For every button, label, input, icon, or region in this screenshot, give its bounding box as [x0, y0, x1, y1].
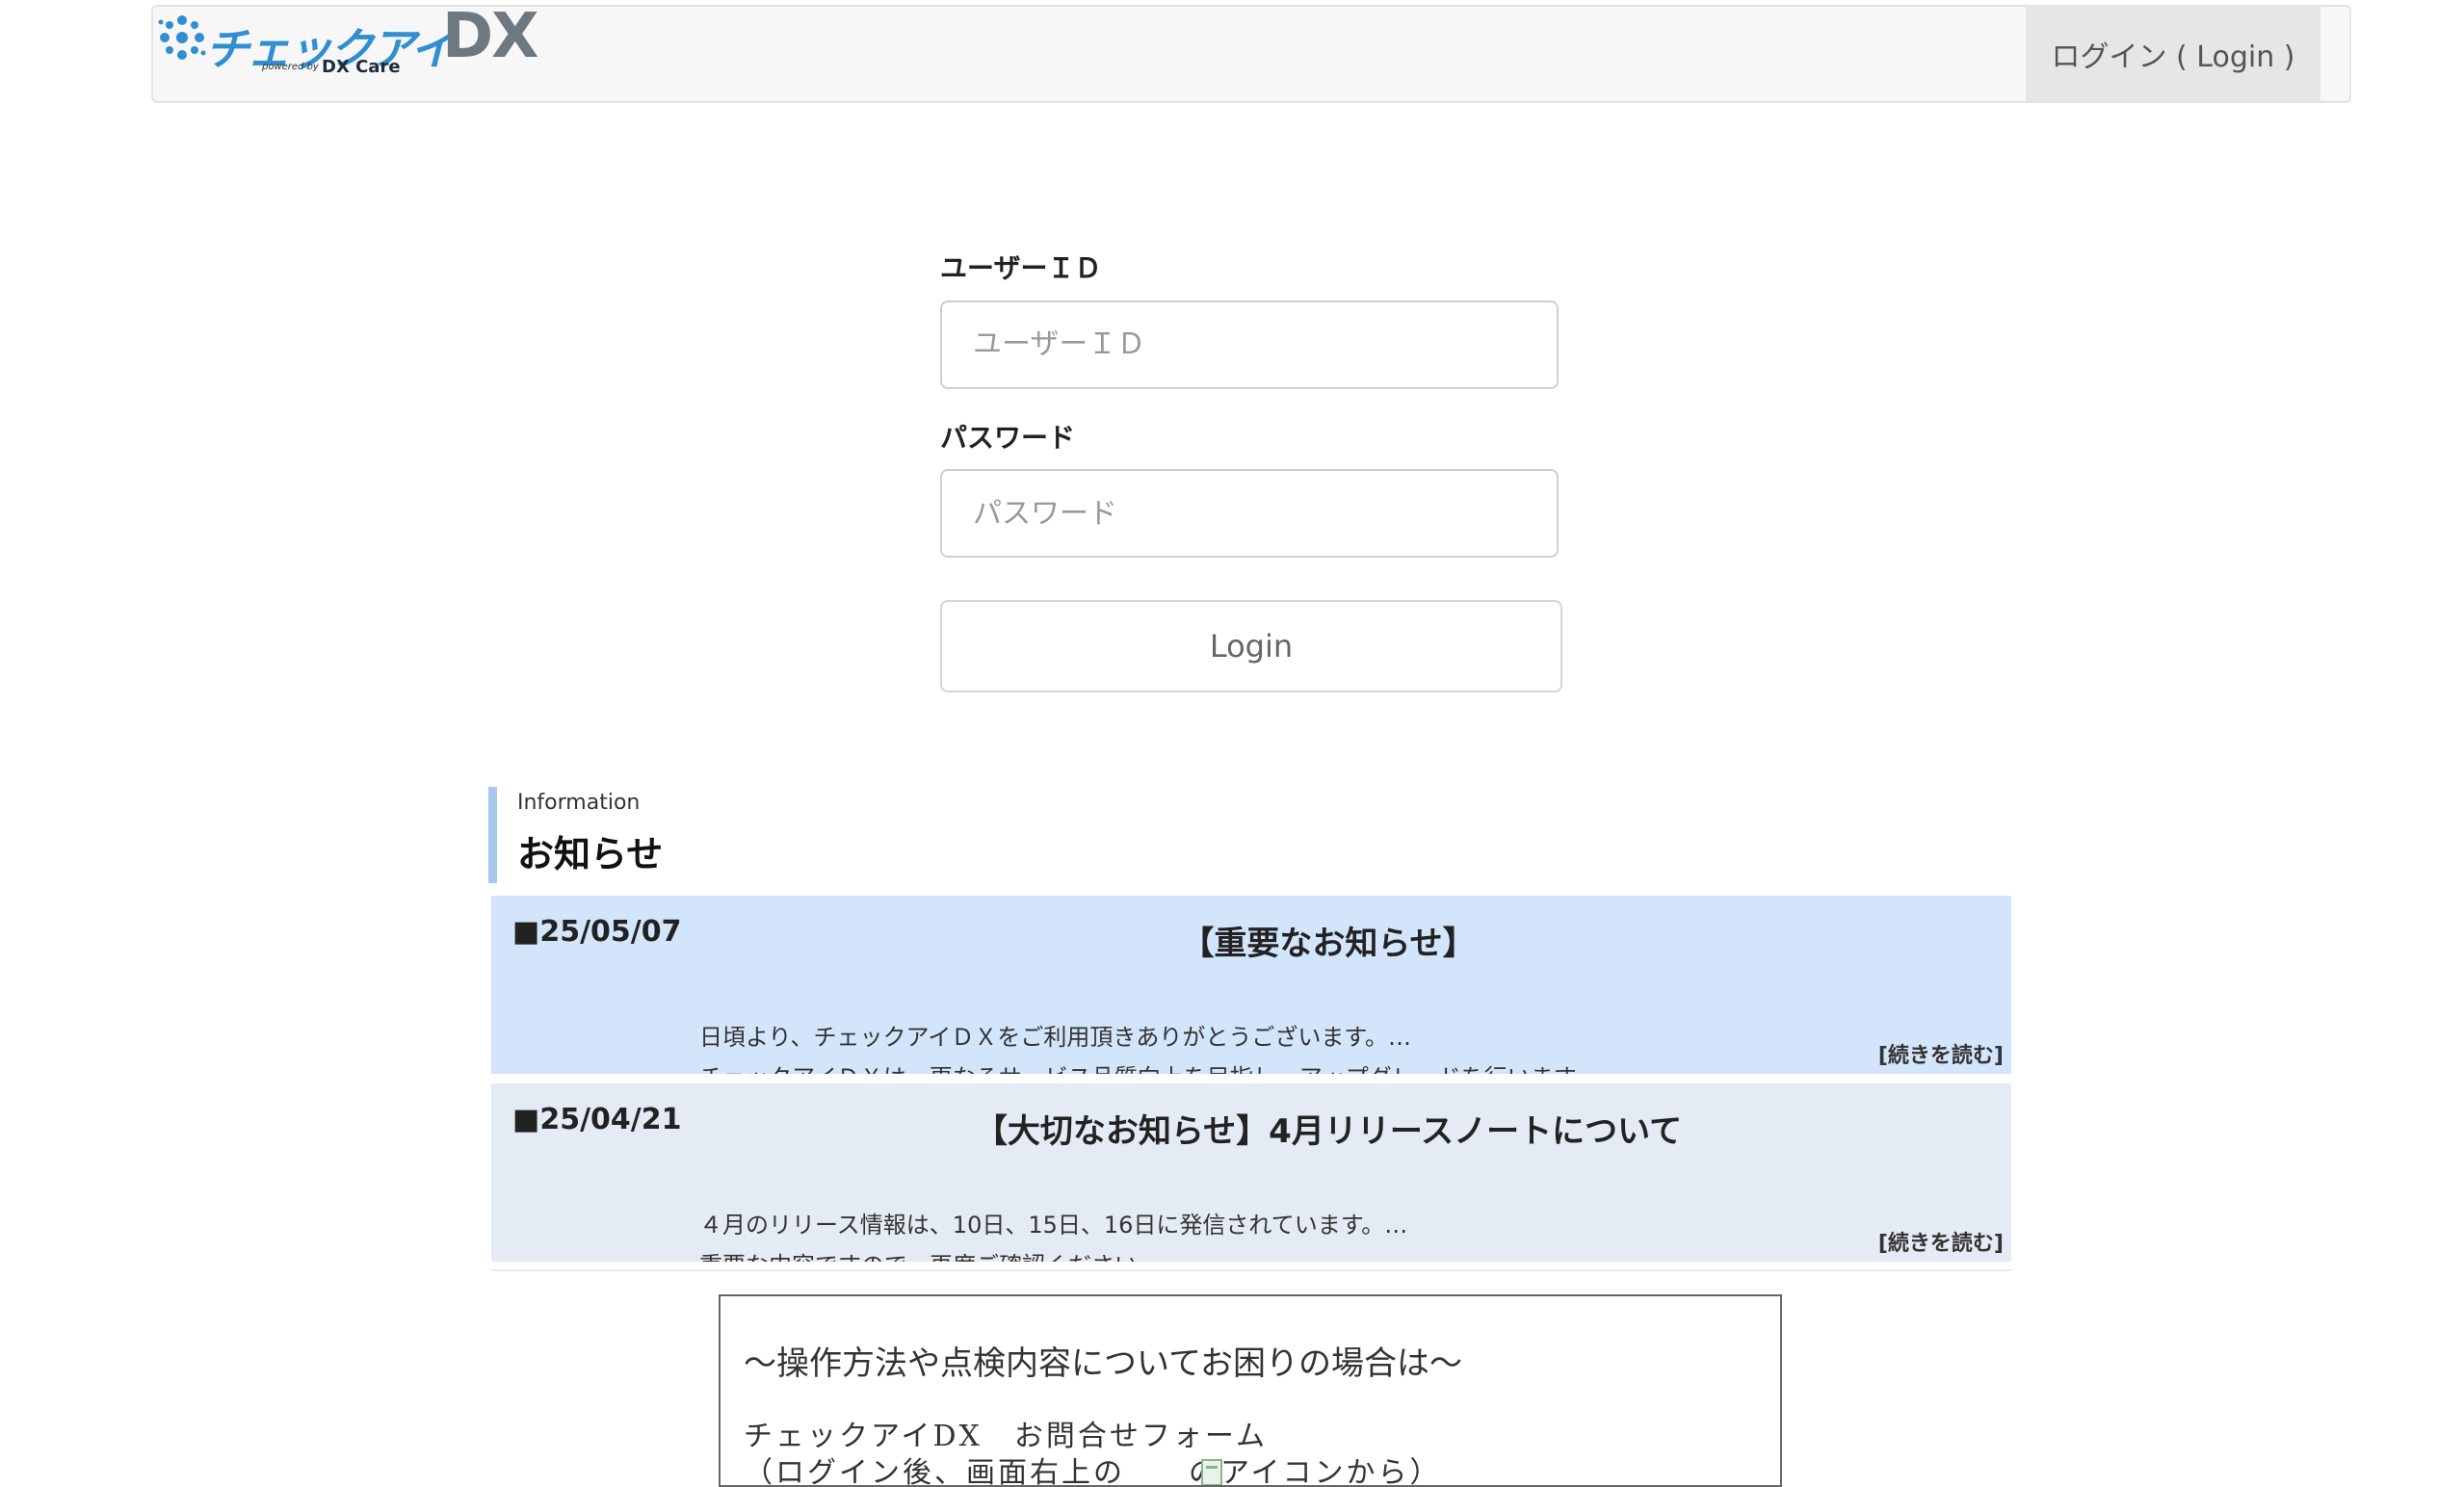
news-item-important[interactable]: ■25/05/07 【重要なお知らせ】 日頃より、チェックアイＤＸをご利用頂きあ…	[491, 896, 2011, 1074]
news-body-line: 日頃より、チェックアイＤＸをご利用頂きありがとうございます。…	[699, 1024, 1411, 1051]
password-input[interactable]	[940, 469, 1559, 559]
password-label: パスワード	[940, 421, 1076, 454]
news-body: ４月のリリース情報は、10日、15日、16日に発信されています。… 重要な内容で…	[699, 1205, 1855, 1262]
information-title: お知らせ	[517, 833, 664, 875]
top-navbar: チェックアイ DX powered by DX Care ログイン ( Logi…	[151, 1, 2351, 103]
contact-heading: ～操作方法や点検内容についてお困りの場合は～	[744, 1344, 1462, 1383]
contact-info-box: ～操作方法や点検内容についてお困りの場合は～ チェックアイDX お問合せフォーム…	[719, 1294, 1782, 1487]
document-icon	[1201, 1459, 1222, 1485]
news-title[interactable]: 【大切なお知らせ】4月リリースノートについて	[491, 1105, 2011, 1152]
read-more-link[interactable]: [続きを読む]	[1878, 1226, 2004, 1257]
news-body: 日頃より、チェックアイＤＸをご利用頂きありがとうございます。… チェックアイＤＸ…	[699, 1017, 1855, 1074]
user-id-input[interactable]	[940, 300, 1559, 389]
news-body-line: 重要な内容ですので、再度ご確認ください	[699, 1245, 1855, 1262]
news-body-line: チェックアイＤＸは、更なるサービス品質向上を目指し、アップグレードを行います	[699, 1057, 1855, 1074]
news-item-release-notes[interactable]: ■25/04/21 【大切なお知らせ】4月リリースノートについて ４月のリリース…	[491, 1083, 2011, 1262]
read-more-link[interactable]: [続きを読む]	[1878, 1038, 2004, 1069]
news-body-line: ４月のリリース情報は、10日、15日、16日に発信されています。…	[699, 1212, 1408, 1239]
checkeye-dx-logo[interactable]: チェックアイ DX powered by DX Care	[153, 1, 548, 103]
user-id-label: ユーザーＩＤ	[940, 252, 1102, 284]
information-header: Information お知らせ	[488, 787, 663, 883]
login-button[interactable]: Login	[940, 600, 1562, 692]
contact-instructions: （ログイン後、画面右上の のアイコンから）	[744, 1456, 1442, 1487]
logo-powered-by: powered by	[262, 62, 319, 72]
divider	[491, 1269, 2011, 1271]
flower-logo-icon	[158, 15, 206, 60]
logo-brand: DX Care	[322, 57, 401, 77]
logo-dx-text: DX	[442, 1, 538, 72]
news-title[interactable]: 【重要なお知らせ】	[491, 917, 2011, 964]
login-form: ユーザーＩＤ パスワード	[940, 252, 1559, 559]
information-subtitle: Information	[517, 791, 641, 815]
nav-login-link[interactable]: ログイン ( Login )	[2026, 7, 2320, 101]
